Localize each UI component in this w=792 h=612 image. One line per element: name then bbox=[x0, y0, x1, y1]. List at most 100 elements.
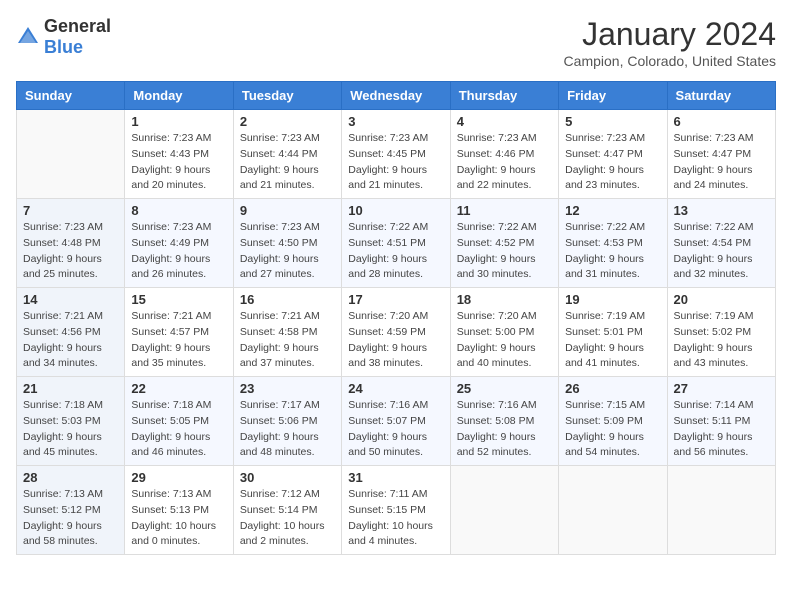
calendar-cell: 23 Sunrise: 7:17 AMSunset: 5:06 PMDayligh… bbox=[233, 377, 341, 466]
day-info: Sunrise: 7:23 AMSunset: 4:44 PMDaylight:… bbox=[240, 131, 335, 194]
calendar-cell: 28Sunrise: 7:13 AMSunset: 5:12 PMDayligh… bbox=[17, 466, 125, 555]
day-info: Sunrise: 7:22 AMSunset: 4:52 PMDaylight:… bbox=[457, 220, 552, 283]
day-number: 25 bbox=[457, 381, 552, 396]
calendar-cell: 14Sunrise: 7:21 AMSunset: 4:56 PMDayligh… bbox=[17, 288, 125, 377]
calendar-cell: 12 Sunrise: 7:22 AMSunset: 4:53 PMDayligh… bbox=[559, 199, 667, 288]
day-number: 31 bbox=[348, 470, 443, 485]
day-info: Sunrise: 7:19 AMSunset: 5:02 PMDaylight:… bbox=[674, 309, 769, 372]
calendar-cell bbox=[17, 110, 125, 199]
calendar-header-thursday: Thursday bbox=[450, 82, 558, 110]
day-info: Sunrise: 7:18 AMSunset: 5:03 PMDaylight:… bbox=[23, 398, 118, 461]
calendar-cell: 19Sunrise: 7:19 AMSunset: 5:01 PMDayligh… bbox=[559, 288, 667, 377]
day-info: Sunrise: 7:11 AMSunset: 5:15 PMDaylight:… bbox=[348, 487, 443, 550]
calendar-cell: 8Sunrise: 7:23 AMSunset: 4:49 PMDaylight… bbox=[125, 199, 233, 288]
calendar-cell bbox=[450, 466, 558, 555]
day-info: Sunrise: 7:22 AMSunset: 4:54 PMDaylight:… bbox=[674, 220, 769, 283]
day-number: 2 bbox=[240, 114, 335, 129]
day-info: Sunrise: 7:18 AMSunset: 5:05 PMDaylight:… bbox=[131, 398, 226, 461]
calendar-cell: 17 Sunrise: 7:20 AMSunset: 4:59 PMDayligh… bbox=[342, 288, 450, 377]
calendar-week-row: 28Sunrise: 7:13 AMSunset: 5:12 PMDayligh… bbox=[17, 466, 776, 555]
day-info: Sunrise: 7:22 AMSunset: 4:51 PMDaylight:… bbox=[348, 220, 443, 283]
day-info: Sunrise: 7:21 AMSunset: 4:58 PMDaylight:… bbox=[240, 309, 335, 372]
day-number: 27 bbox=[674, 381, 769, 396]
calendar-table: SundayMondayTuesdayWednesdayThursdayFrid… bbox=[16, 81, 776, 555]
calendar-header-sunday: Sunday bbox=[17, 82, 125, 110]
calendar-cell: 5 Sunrise: 7:23 AMSunset: 4:47 PMDaylight… bbox=[559, 110, 667, 199]
calendar-cell: 31 Sunrise: 7:11 AMSunset: 5:15 PMDayligh… bbox=[342, 466, 450, 555]
day-number: 23 bbox=[240, 381, 335, 396]
day-number: 28 bbox=[23, 470, 118, 485]
page-header: General Blue January 2024 Campion, Color… bbox=[16, 16, 776, 69]
day-number: 13 bbox=[674, 203, 769, 218]
day-info: Sunrise: 7:20 AMSunset: 4:59 PMDaylight:… bbox=[348, 309, 443, 372]
day-info: Sunrise: 7:23 AMSunset: 4:49 PMDaylight:… bbox=[131, 220, 226, 283]
day-number: 16 bbox=[240, 292, 335, 307]
day-number: 5 bbox=[565, 114, 660, 129]
day-number: 17 bbox=[348, 292, 443, 307]
day-number: 22 bbox=[131, 381, 226, 396]
calendar-header-monday: Monday bbox=[125, 82, 233, 110]
calendar-cell: 2 Sunrise: 7:23 AMSunset: 4:44 PMDaylight… bbox=[233, 110, 341, 199]
calendar-header-wednesday: Wednesday bbox=[342, 82, 450, 110]
calendar-header-row: SundayMondayTuesdayWednesdayThursdayFrid… bbox=[17, 82, 776, 110]
day-number: 12 bbox=[565, 203, 660, 218]
day-info: Sunrise: 7:23 AMSunset: 4:47 PMDaylight:… bbox=[565, 131, 660, 194]
day-number: 1 bbox=[131, 114, 226, 129]
logo-general: General bbox=[44, 16, 111, 36]
day-info: Sunrise: 7:16 AMSunset: 5:07 PMDaylight:… bbox=[348, 398, 443, 461]
calendar-cell: 1 Sunrise: 7:23 AMSunset: 4:43 PMDaylight… bbox=[125, 110, 233, 199]
day-info: Sunrise: 7:20 AMSunset: 5:00 PMDaylight:… bbox=[457, 309, 552, 372]
calendar-header-saturday: Saturday bbox=[667, 82, 775, 110]
day-number: 26 bbox=[565, 381, 660, 396]
calendar-cell: 21 Sunrise: 7:18 AMSunset: 5:03 PMDayligh… bbox=[17, 377, 125, 466]
day-number: 11 bbox=[457, 203, 552, 218]
calendar-cell: 29Sunrise: 7:13 AMSunset: 5:13 PMDayligh… bbox=[125, 466, 233, 555]
calendar-cell: 9Sunrise: 7:23 AMSunset: 4:50 PMDaylight… bbox=[233, 199, 341, 288]
day-number: 6 bbox=[674, 114, 769, 129]
day-number: 24 bbox=[348, 381, 443, 396]
day-number: 7 bbox=[23, 203, 118, 218]
day-info: Sunrise: 7:19 AMSunset: 5:01 PMDaylight:… bbox=[565, 309, 660, 372]
calendar-cell: 18 Sunrise: 7:20 AMSunset: 5:00 PMDayligh… bbox=[450, 288, 558, 377]
calendar-cell: 10 Sunrise: 7:22 AMSunset: 4:51 PMDayligh… bbox=[342, 199, 450, 288]
calendar-week-row: 21 Sunrise: 7:18 AMSunset: 5:03 PMDayligh… bbox=[17, 377, 776, 466]
day-info: Sunrise: 7:23 AMSunset: 4:43 PMDaylight:… bbox=[131, 131, 226, 194]
day-number: 3 bbox=[348, 114, 443, 129]
day-info: Sunrise: 7:23 AMSunset: 4:50 PMDaylight:… bbox=[240, 220, 335, 283]
day-number: 15 bbox=[131, 292, 226, 307]
calendar-cell: 16 Sunrise: 7:21 AMSunset: 4:58 PMDayligh… bbox=[233, 288, 341, 377]
day-info: Sunrise: 7:15 AMSunset: 5:09 PMDaylight:… bbox=[565, 398, 660, 461]
day-info: Sunrise: 7:22 AMSunset: 4:53 PMDaylight:… bbox=[565, 220, 660, 283]
day-info: Sunrise: 7:23 AMSunset: 4:45 PMDaylight:… bbox=[348, 131, 443, 194]
day-info: Sunrise: 7:16 AMSunset: 5:08 PMDaylight:… bbox=[457, 398, 552, 461]
day-info: Sunrise: 7:21 AMSunset: 4:57 PMDaylight:… bbox=[131, 309, 226, 372]
day-number: 10 bbox=[348, 203, 443, 218]
calendar-cell: 15 Sunrise: 7:21 AMSunset: 4:57 PMDayligh… bbox=[125, 288, 233, 377]
day-info: Sunrise: 7:14 AMSunset: 5:11 PMDaylight:… bbox=[674, 398, 769, 461]
calendar-cell: 30Sunrise: 7:12 AMSunset: 5:14 PMDayligh… bbox=[233, 466, 341, 555]
month-title: January 2024 bbox=[564, 16, 776, 53]
calendar-cell: 22 Sunrise: 7:18 AMSunset: 5:05 PMDayligh… bbox=[125, 377, 233, 466]
day-number: 29 bbox=[131, 470, 226, 485]
calendar-week-row: 7Sunrise: 7:23 AMSunset: 4:48 PMDaylight… bbox=[17, 199, 776, 288]
day-number: 18 bbox=[457, 292, 552, 307]
calendar-cell: 24 Sunrise: 7:16 AMSunset: 5:07 PMDayligh… bbox=[342, 377, 450, 466]
calendar-cell bbox=[667, 466, 775, 555]
logo: General Blue bbox=[16, 16, 111, 58]
day-number: 30 bbox=[240, 470, 335, 485]
logo-icon bbox=[16, 25, 40, 49]
day-number: 4 bbox=[457, 114, 552, 129]
calendar-cell: 20Sunrise: 7:19 AMSunset: 5:02 PMDayligh… bbox=[667, 288, 775, 377]
day-number: 14 bbox=[23, 292, 118, 307]
day-number: 21 bbox=[23, 381, 118, 396]
calendar-cell bbox=[559, 466, 667, 555]
calendar-cell: 4Sunrise: 7:23 AMSunset: 4:46 PMDaylight… bbox=[450, 110, 558, 199]
calendar-cell: 6 Sunrise: 7:23 AMSunset: 4:47 PMDaylight… bbox=[667, 110, 775, 199]
calendar-cell: 3 Sunrise: 7:23 AMSunset: 4:45 PMDaylight… bbox=[342, 110, 450, 199]
calendar-cell: 11 Sunrise: 7:22 AMSunset: 4:52 PMDayligh… bbox=[450, 199, 558, 288]
calendar-cell: 7Sunrise: 7:23 AMSunset: 4:48 PMDaylight… bbox=[17, 199, 125, 288]
day-info: Sunrise: 7:17 AMSunset: 5:06 PMDaylight:… bbox=[240, 398, 335, 461]
calendar-cell: 27 Sunrise: 7:14 AMSunset: 5:11 PMDayligh… bbox=[667, 377, 775, 466]
calendar-header-friday: Friday bbox=[559, 82, 667, 110]
day-info: Sunrise: 7:23 AMSunset: 4:47 PMDaylight:… bbox=[674, 131, 769, 194]
